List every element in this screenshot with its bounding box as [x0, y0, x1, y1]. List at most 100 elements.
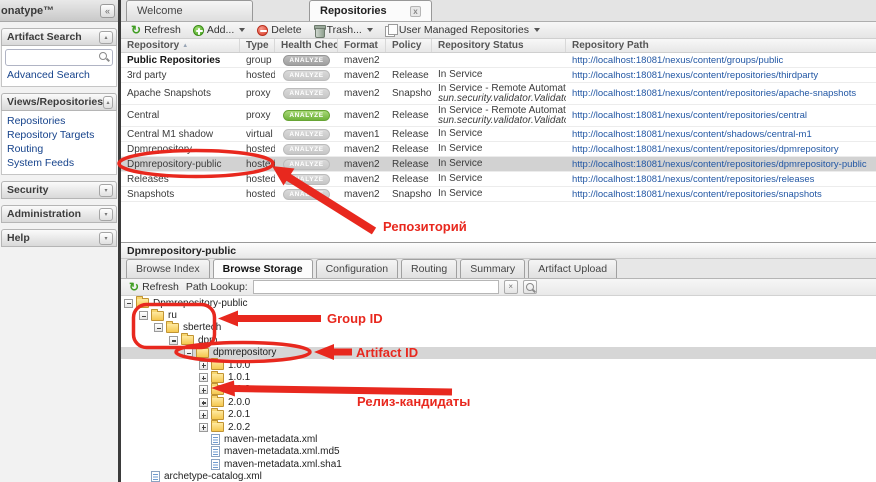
repository-path-link[interactable]: http://localhost:18081/nexus/content/rep…	[572, 174, 814, 185]
column-header-repository-path[interactable]: Repository Path	[566, 39, 876, 52]
panel-expand-icon[interactable]: ▾	[99, 232, 113, 245]
artifact-search-input[interactable]	[5, 49, 113, 66]
repository-path-link[interactable]: http://localhost:18081/nexus/content/gro…	[572, 55, 783, 66]
table-row[interactable]: Apache SnapshotsproxyANALYZEmaven2Snapsh…	[121, 83, 876, 105]
analyze-button[interactable]: ANALYZE	[283, 88, 330, 99]
tree-node-archetype-catalog.xml[interactable]: archetype-catalog.xml	[121, 470, 876, 482]
clear-icon[interactable]: ×	[504, 280, 518, 294]
panel-expand-icon[interactable]: ▾	[99, 184, 113, 197]
collapse-node-icon[interactable]	[124, 299, 133, 308]
sidebar-collapse-icon[interactable]: «	[100, 4, 115, 18]
column-header-type[interactable]: Type	[240, 39, 275, 52]
table-row[interactable]: CentralproxyANALYZEmaven2ReleaseIn Servi…	[121, 105, 876, 127]
repository-path-link[interactable]: http://localhost:18081/nexus/content/sha…	[572, 129, 812, 140]
tree-node-dpm[interactable]: dpm	[121, 334, 876, 346]
column-header-health-check[interactable]: Health Check	[275, 39, 338, 52]
repository-path-link[interactable]: http://localhost:18081/nexus/content/rep…	[572, 110, 807, 121]
sidebar-item-repositories[interactable]: Repositories	[5, 114, 113, 128]
expand-icon[interactable]	[199, 385, 208, 394]
tab-repositories[interactable]: Repositories x	[309, 0, 432, 21]
tree-node-2.0.0[interactable]: 2.0.0	[121, 396, 876, 408]
table-row[interactable]: Dpmrepository-publichostedANALYZEmaven2R…	[121, 157, 876, 172]
table-row[interactable]: DpmrepositoryhostedANALYZEmaven2ReleaseI…	[121, 142, 876, 157]
administration-header[interactable]: Administration ▾	[1, 205, 117, 223]
refresh-button[interactable]: ↻ Refresh	[127, 23, 185, 38]
expand-icon[interactable]	[199, 423, 208, 432]
detail-tab-summary[interactable]: Summary	[460, 259, 525, 278]
detail-tab-browse-index[interactable]: Browse Index	[126, 259, 210, 278]
delete-button[interactable]: Delete	[253, 23, 305, 38]
panel-collapse-icon[interactable]: ▴	[103, 96, 113, 109]
analyze-button[interactable]: ANALYZE	[283, 144, 330, 155]
search-icon[interactable]	[523, 280, 537, 294]
detail-tab-artifact-upload[interactable]: Artifact Upload	[528, 259, 617, 278]
close-icon[interactable]: x	[410, 6, 421, 17]
tree-node-maven-metadata.xml.md5[interactable]: maven-metadata.xml.md5	[121, 446, 876, 458]
analyze-button[interactable]: ANALYZE	[283, 70, 330, 81]
views-repositories-header[interactable]: Views/Repositories ▴	[1, 93, 117, 111]
table-row[interactable]: SnapshotshostedANALYZEmaven2SnapshotIn S…	[121, 187, 876, 202]
tree-node-1.0.2[interactable]: 1.0.2	[121, 384, 876, 396]
panel-collapse-icon[interactable]: ▴	[99, 31, 113, 44]
analyze-button[interactable]: ANALYZE	[283, 159, 330, 170]
repository-name-cell: 3rd party	[121, 70, 240, 81]
sidebar-item-system-feeds[interactable]: System Feeds	[5, 156, 113, 170]
repository-path-link[interactable]: http://localhost:18081/nexus/content/rep…	[572, 189, 822, 200]
type-cell: hosted	[240, 144, 275, 155]
detail-tab-configuration[interactable]: Configuration	[316, 259, 398, 278]
tree-node-dpmrepository-public[interactable]: Dpmrepository-public	[121, 297, 876, 309]
tree-node-maven-metadata.xml.sha1[interactable]: maven-metadata.xml.sha1	[121, 458, 876, 470]
search-icon[interactable]	[99, 52, 109, 62]
artifact-search-panel: Artifact Search ▴ Advanced Search	[1, 28, 117, 87]
analyze-button[interactable]: ANALYZE	[283, 189, 330, 200]
tab-welcome[interactable]: Welcome	[126, 0, 253, 21]
user-managed-repositories-button[interactable]: User Managed Repositories	[381, 23, 544, 38]
add-button[interactable]: Add...	[189, 23, 249, 38]
collapse-node-icon[interactable]	[154, 323, 163, 332]
repository-path-link[interactable]: http://localhost:18081/nexus/content/rep…	[572, 159, 867, 170]
tree-node-dpmrepository[interactable]: dpmrepository	[121, 347, 876, 359]
panel-expand-icon[interactable]: ▾	[99, 208, 113, 221]
column-header-repository-status[interactable]: Repository Status	[432, 39, 566, 52]
tree-node-2.0.1[interactable]: 2.0.1	[121, 409, 876, 421]
collapse-node-icon[interactable]	[139, 311, 148, 320]
tree-node-sbertech[interactable]: sbertech	[121, 322, 876, 334]
column-header-format[interactable]: Format	[338, 39, 386, 52]
table-row[interactable]: ReleaseshostedANALYZEmaven2ReleaseIn Ser…	[121, 172, 876, 187]
help-header[interactable]: Help ▾	[1, 229, 117, 247]
column-header-policy[interactable]: Policy	[386, 39, 432, 52]
expand-icon[interactable]	[199, 361, 208, 370]
tree-node-2.0.2[interactable]: 2.0.2	[121, 421, 876, 433]
tree-node-1.0.0[interactable]: 1.0.0	[121, 359, 876, 371]
table-row[interactable]: 3rd partyhostedANALYZEmaven2ReleaseIn Se…	[121, 68, 876, 83]
sidebar-item-routing[interactable]: Routing	[5, 142, 113, 156]
collapse-node-icon[interactable]	[169, 336, 178, 345]
analyze-button[interactable]: ANALYZE	[283, 129, 330, 140]
artifact-search-header[interactable]: Artifact Search ▴	[1, 28, 117, 46]
repository-path-link[interactable]: http://localhost:18081/nexus/content/rep…	[572, 70, 818, 81]
status-exception-line: sun.security.validator.ValidatorExcep...	[438, 116, 566, 126]
path-lookup-input[interactable]	[253, 280, 499, 294]
detail-tab-routing[interactable]: Routing	[401, 259, 457, 278]
table-row[interactable]: Public RepositoriesgroupANALYZEmaven2htt…	[121, 53, 876, 68]
expand-icon[interactable]	[199, 398, 208, 407]
detail-tab-browse-storage[interactable]: Browse Storage	[213, 259, 313, 278]
advanced-search-link[interactable]: Advanced Search	[5, 68, 113, 82]
tree-node-1.0.1[interactable]: 1.0.1	[121, 371, 876, 383]
expand-icon[interactable]	[199, 373, 208, 382]
analyze-button[interactable]: ANALYZE	[283, 110, 330, 121]
tree-node-maven-metadata.xml[interactable]: maven-metadata.xml	[121, 433, 876, 445]
collapse-node-icon[interactable]	[184, 348, 193, 357]
repository-path-link[interactable]: http://localhost:18081/nexus/content/rep…	[572, 88, 856, 99]
tree-node-ru[interactable]: ru	[121, 309, 876, 321]
table-row[interactable]: Central M1 shadowvirtualANALYZEmaven1Rel…	[121, 127, 876, 142]
security-header[interactable]: Security ▾	[1, 181, 117, 199]
sidebar-item-repository-targets[interactable]: Repository Targets	[5, 128, 113, 142]
tree-refresh-button[interactable]: ↻ Refresh	[127, 280, 181, 295]
analyze-button[interactable]: ANALYZE	[283, 174, 330, 185]
analyze-button[interactable]: ANALYZE	[283, 55, 330, 66]
trash-button[interactable]: Trash...	[310, 23, 377, 38]
repository-path-link[interactable]: http://localhost:18081/nexus/content/rep…	[572, 144, 839, 155]
expand-icon[interactable]	[199, 410, 208, 419]
column-header-repository[interactable]: Repository▲	[121, 39, 240, 52]
